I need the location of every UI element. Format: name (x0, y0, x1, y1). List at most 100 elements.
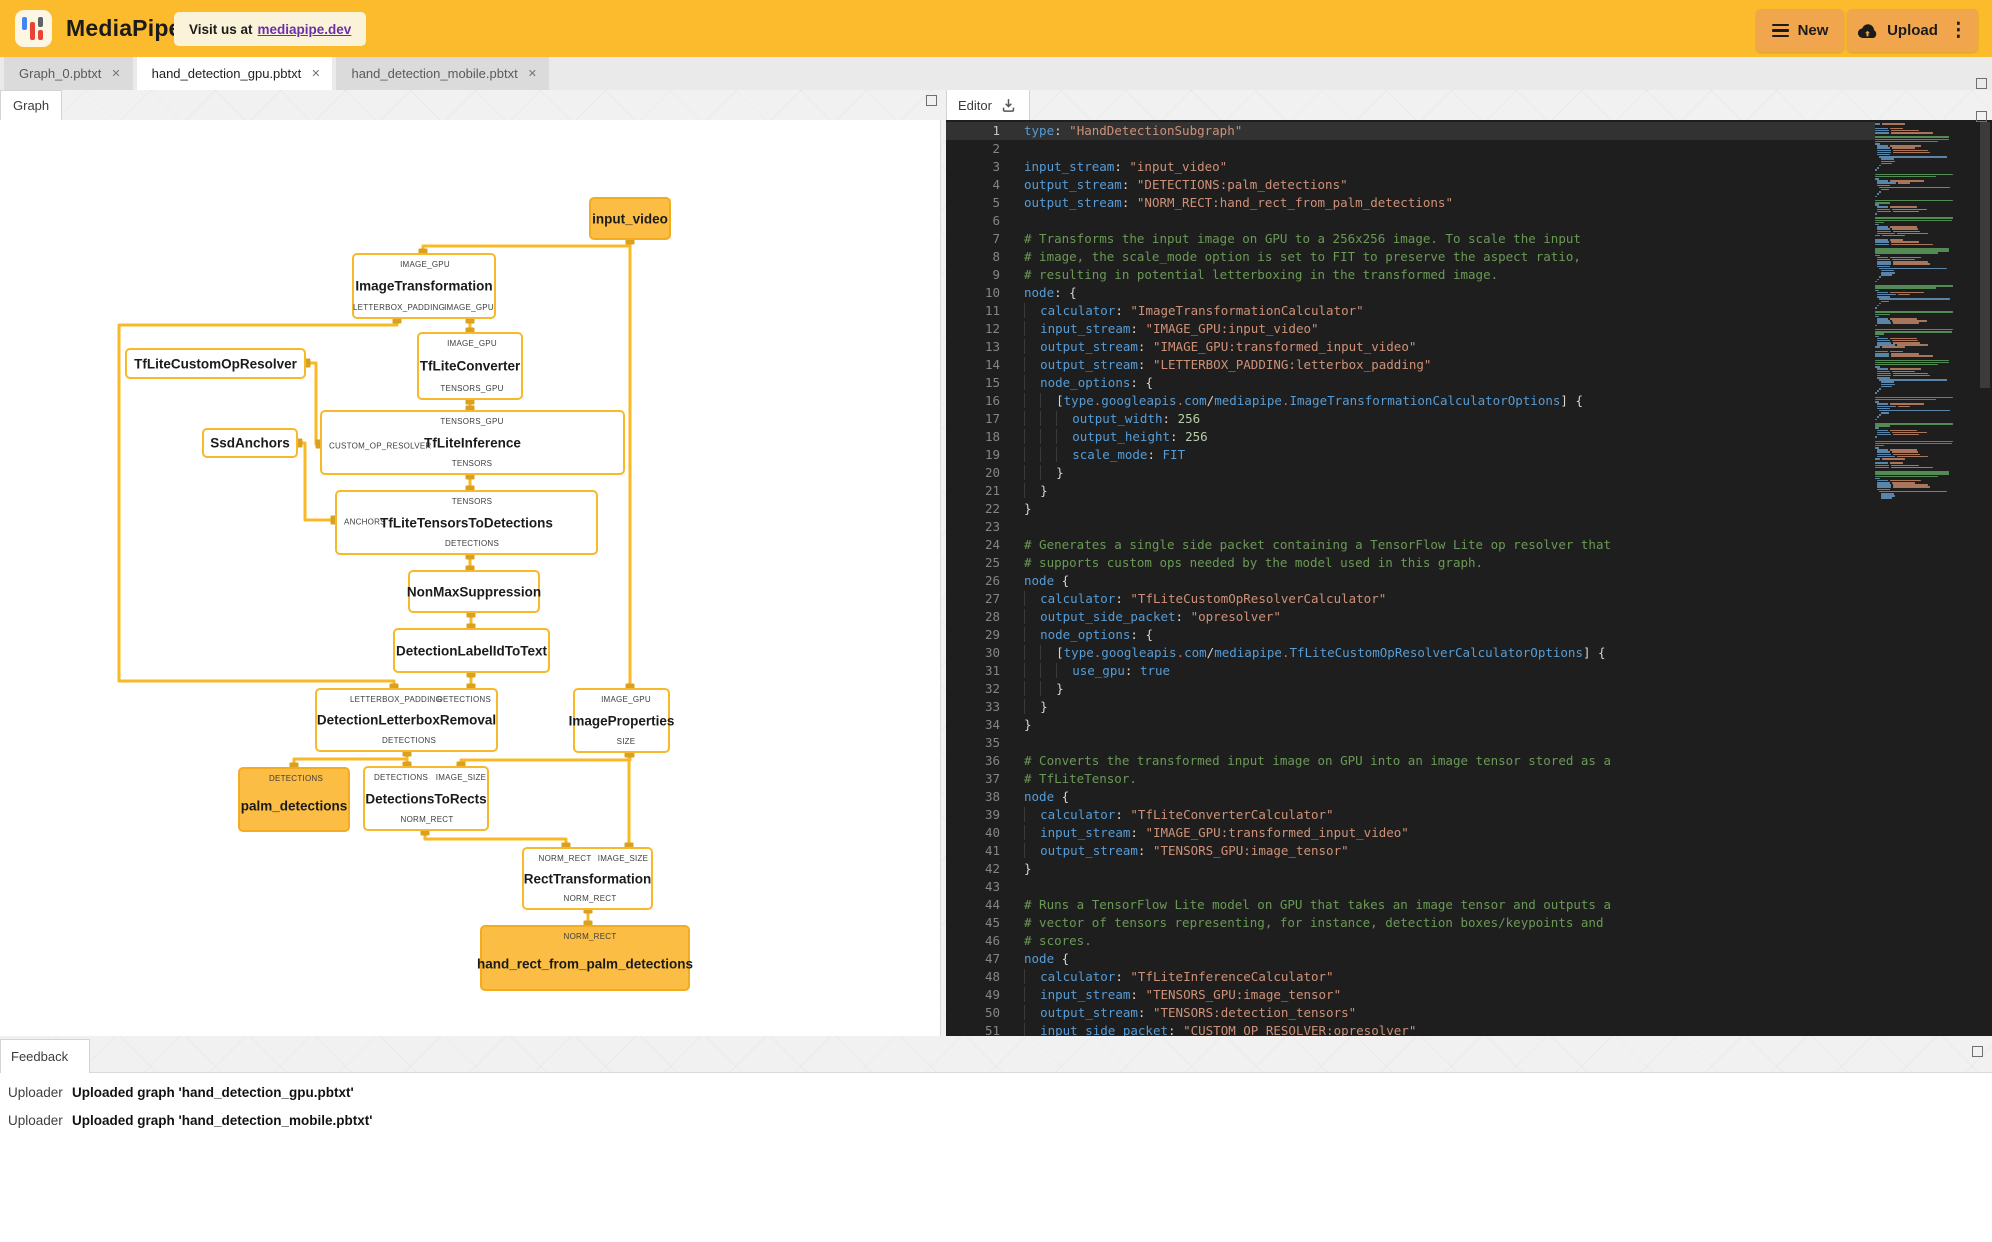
code-line: 38 node { (984, 789, 1070, 804)
graph-node-DetectionLetterboxRemoval[interactable]: LETTERBOX_PADDING DETECTIONS DETECTIONS Det… (315, 688, 498, 752)
code-line: 7 # Transforms the input image on GPU to … (992, 231, 1581, 246)
port-label: CUSTOM_OP_RESOLVER (329, 441, 432, 451)
port-label: IMAGE_GPU (444, 303, 494, 312)
code-line: 21 } (984, 483, 1048, 498)
node-title: hand_rect_from_palm_detections (476, 956, 694, 972)
code-line: 43 (984, 879, 1000, 894)
code-line: 29 node_options: { (984, 627, 1153, 642)
code-line: 5 output_stream: "NORM_RECT:hand_rect_fro… (992, 195, 1453, 210)
code-line: 17 output_width: 256 (984, 411, 1201, 426)
scrollbar-slider[interactable] (1980, 122, 1990, 388)
code-editor[interactable]: 1 type: "HandDetectionSubgraph" 2 3 input_st… (946, 120, 1992, 1036)
port-label: DETECTIONS (268, 774, 324, 783)
code-line: 28 output_side_packet: "opresolver" (984, 609, 1281, 624)
code-line: 51 input_side_packet: "CUSTOM_OP_RESOLVE… (984, 1023, 1417, 1036)
graph-node-TfLiteCustomOpResolver[interactable]: TfLiteCustomOpResolver (125, 348, 306, 379)
new-button-label: New (1797, 22, 1829, 39)
file-tab-bar: Graph_0.pbtxt ✕ hand_detection_gpu.pbtxt ✕ h… (0, 57, 1992, 90)
graph-node-ImageProperties[interactable]: IMAGE_GPU SIZE ImageProperties (569, 688, 674, 753)
graph-node-TfLiteConverter[interactable]: IMAGE_GPU TENSORS_GPU TfLiteConverter (417, 332, 523, 400)
file-tab-Graph_0.pbtxt[interactable]: Graph_0.pbtxt ✕ (4, 57, 133, 90)
close-tab-icon[interactable]: ✕ (111, 67, 120, 80)
code-line: 47 node { (984, 951, 1070, 966)
port-label: DETECTIONS (444, 539, 500, 548)
visit-link[interactable]: mediapipe.dev (258, 22, 352, 37)
code-line: 37 # TfLiteTensor. (984, 771, 1137, 786)
port-label: SIZE (616, 737, 636, 746)
port-label: IMAGE_SIZE (597, 854, 649, 863)
code-line: 14 output_stream: "LETTERBOX_PADDING:let… (984, 357, 1432, 372)
feedback-entry: Uploader Uploaded graph 'hand_detection_g… (0, 1078, 1992, 1106)
node-title: NonMaxSuppression (406, 584, 542, 599)
port-label: NORM_RECT (400, 815, 454, 824)
code-line: 1 type: "HandDetectionSubgraph" (946, 122, 1875, 140)
node-title: input_video (592, 211, 668, 226)
code-line: 2 (992, 141, 1000, 156)
graph-node-hand_rect_from_palm_detections[interactable]: NORM_RECT hand_rect_from_palm_detections (476, 925, 694, 991)
node-title: DetectionsToRects (365, 791, 487, 806)
feedback-message: Uploaded graph 'hand_detection_mobile.pb… (72, 1112, 373, 1128)
port-label: LETTERBOX_PADDING (349, 695, 443, 704)
file-tab-hand_detection_mobile.pbtxt[interactable]: hand_detection_mobile.pbtxt ✕ (336, 57, 549, 90)
graph-node-RectTransformation[interactable]: NORM_RECT IMAGE_SIZE NORM_RECT RectTransfor… (522, 847, 653, 910)
port-label: IMAGE_SIZE (435, 773, 487, 782)
graph-canvas[interactable]: input_video IMAGE_GPU LETTERBOX_PADDING IMA… (0, 120, 941, 1036)
code-line: 46 # scores. (984, 933, 1092, 948)
minimap[interactable] (1875, 123, 1965, 499)
port-label: TENSORS (451, 459, 493, 468)
code-line: 13 output_stream: "IMAGE_GPU:transformed… (984, 339, 1417, 354)
graph-tab-label: Graph (13, 98, 50, 113)
tab-feedback[interactable]: Feedback (0, 1039, 90, 1073)
code-line: 11 calculator: "ImageTransformationCalcu… (984, 303, 1364, 318)
tab-graph[interactable]: Graph (0, 90, 62, 120)
visit-pill: Visit us at mediapipe.dev (174, 12, 367, 46)
graph-node-TfLiteTensorsToDetections[interactable]: TENSORS DETECTIONS ANCHORS TfLiteTensorsToD… (335, 490, 598, 555)
code-line: 32 } (984, 681, 1064, 696)
maximize-top-pane-icon[interactable] (1976, 78, 1987, 89)
download-icon[interactable] (1000, 97, 1017, 114)
code-line: 31 use_gpu: true (984, 663, 1171, 678)
node-title: ImageProperties (568, 713, 675, 728)
close-tab-icon[interactable]: ✕ (528, 67, 537, 80)
file-tab-label: hand_detection_mobile.pbtxt (351, 66, 518, 81)
tab-editor[interactable]: Editor (946, 89, 1030, 120)
code-line: 9 # resulting in potential letterboxing i… (992, 267, 1499, 282)
close-tab-icon[interactable]: ✕ (311, 67, 320, 80)
port-label: NORM_RECT (563, 894, 617, 903)
node-title: RectTransformation (523, 871, 652, 886)
graph-node-DetectionLabelIdToText[interactable]: DetectionLabelIdToText (393, 628, 550, 673)
node-title: TfLiteCustomOpResolver (134, 356, 297, 371)
graph-node-ImageTransformation[interactable]: IMAGE_GPU LETTERBOX_PADDING IMAGE_GPU Image… (352, 253, 496, 319)
code-line: 35 (984, 735, 1000, 750)
maximize-feedback-pane-icon[interactable] (1972, 1046, 1983, 1057)
code-line: 30 [type.googleapis.com/mediapipe.TfLite… (984, 645, 1606, 660)
editor-scrollbar[interactable] (1978, 120, 1992, 1036)
graph-node-DetectionsToRects[interactable]: DETECTIONS IMAGE_SIZE NORM_RECT DetectionsT… (363, 766, 489, 831)
graph-node-SsdAnchors[interactable]: SsdAnchors (202, 428, 298, 458)
upload-button-label: Upload (1887, 22, 1938, 39)
port-label: NORM_RECT (538, 854, 592, 863)
maximize-graph-pane-icon[interactable] (926, 95, 937, 106)
code-line: 4 output_stream: "DETECTIONS:palm_detecti… (992, 177, 1348, 192)
graph-node-palm_detections[interactable]: DETECTIONS palm_detections (238, 767, 350, 832)
maximize-editor-pane-icon[interactable] (1976, 111, 1987, 122)
upload-button[interactable]: Upload ⋮ (1847, 9, 1978, 52)
node-title: palm_detections (240, 798, 348, 814)
more-options-icon[interactable]: ⋮ (1949, 21, 1968, 40)
graph-node-TfLiteInference[interactable]: TENSORS_GPU TENSORS CUSTOM_OP_RESOLVER TfLi… (320, 410, 625, 475)
feedback-source: Uploader (8, 1112, 63, 1128)
file-tab-hand_detection_gpu.pbtxt[interactable]: hand_detection_gpu.pbtxt ✕ (136, 57, 333, 90)
code-line: 40 input_stream: "IMAGE_GPU:transformed_… (984, 825, 1409, 840)
new-button[interactable]: New (1756, 9, 1844, 52)
graph-node-input_video[interactable]: input_video (589, 197, 671, 240)
code-line: 33 } (984, 699, 1048, 714)
node-title: TfLiteTensorsToDetections (380, 515, 553, 530)
graph-node-NonMaxSuppression[interactable]: NonMaxSuppression (406, 570, 542, 613)
node-title: SsdAnchors (210, 435, 290, 451)
feedback-entry: Uploader Uploaded graph 'hand_detection_m… (0, 1106, 1992, 1134)
port-label: NORM_RECT (563, 932, 617, 941)
node-title: TfLiteInference (424, 435, 521, 450)
port-label: LETTERBOX_PADDING (352, 303, 446, 312)
code-line: 15 node_options: { (984, 375, 1153, 390)
code-line: 12 input_stream: "IMAGE_GPU:input_video" (984, 321, 1319, 336)
